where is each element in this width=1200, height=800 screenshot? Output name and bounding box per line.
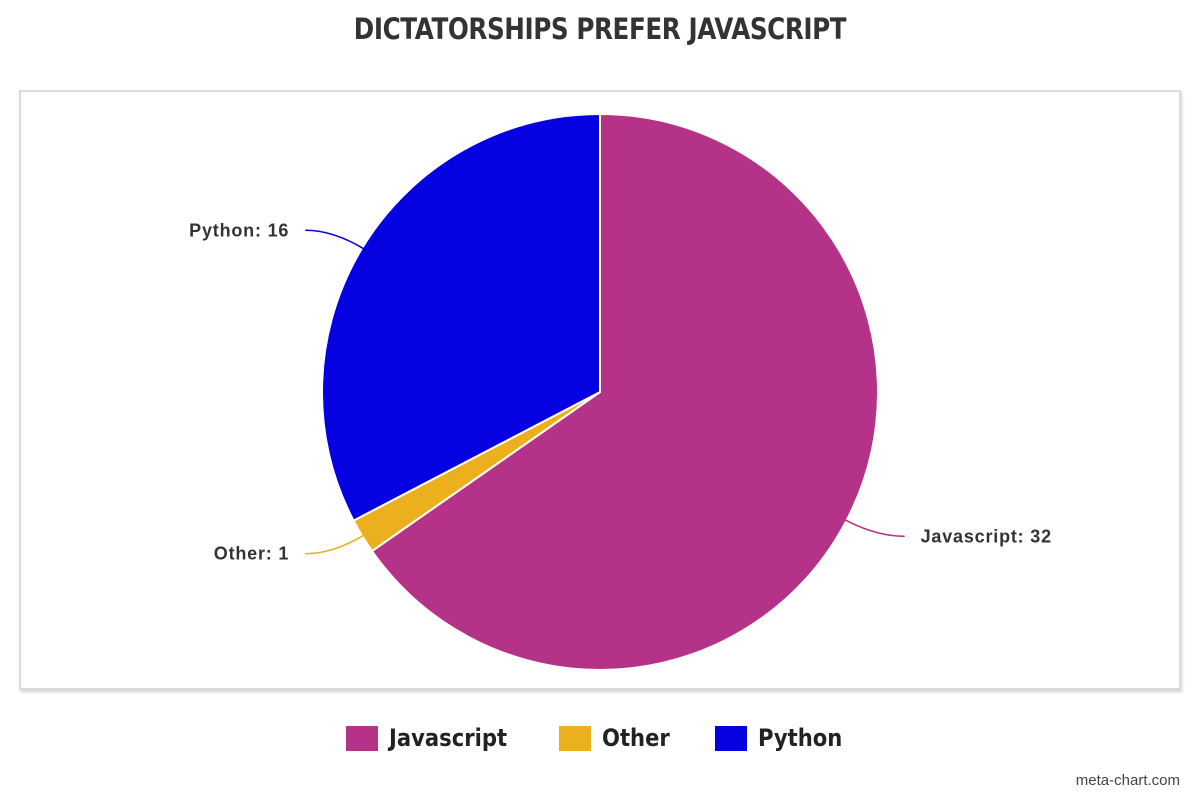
legend-swatch-other <box>559 725 592 751</box>
legend-swatch-javascript <box>345 725 378 751</box>
leader-line-python <box>305 229 365 250</box>
legend-item-other[interactable]: Other <box>559 724 679 752</box>
legend-item-python[interactable]: Python <box>715 724 854 752</box>
legend-label-other: Other <box>602 724 670 752</box>
leader-line-other <box>305 534 365 555</box>
legend-item-javascript[interactable]: Javascript <box>345 724 523 752</box>
chart-page: DICTATORSHIPS PREFER JAVASCRIPT Javascri… <box>0 0 1200 800</box>
legend-label-python: Python <box>758 724 843 752</box>
legend-label-javascript: Javascript <box>388 724 508 752</box>
slice-label-javascript: Javascript: 32 <box>921 526 1052 546</box>
leader-line-javascript <box>844 518 905 538</box>
slice-label-other: Other: 1 <box>214 544 289 564</box>
legend: Javascript Other Python <box>0 724 1200 752</box>
slice-label-python: Python: 16 <box>189 220 289 240</box>
pie-chart: Javascript: 32 Other: 1 Python: 16 <box>189 113 1052 671</box>
legend-swatch-python <box>715 725 748 751</box>
watermark: meta-chart.com <box>1075 772 1180 789</box>
